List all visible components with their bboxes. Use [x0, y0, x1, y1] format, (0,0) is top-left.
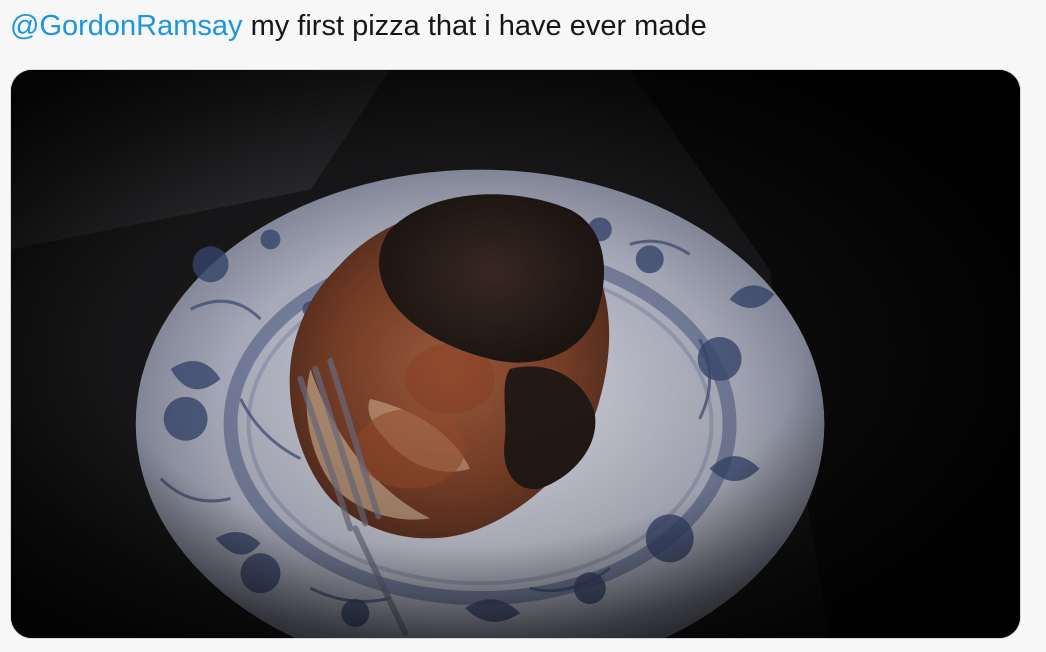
tweet-body: my first pizza that i have ever made	[242, 10, 707, 42]
tweet-photo[interactable]	[10, 69, 1021, 639]
tweet: @GordonRamsay my first pizza that i have…	[0, 0, 1046, 652]
tweet-text: @GordonRamsay my first pizza that i have…	[10, 6, 707, 46]
mention-link[interactable]: @GordonRamsay	[10, 10, 243, 42]
pizza-photo	[11, 70, 1020, 638]
